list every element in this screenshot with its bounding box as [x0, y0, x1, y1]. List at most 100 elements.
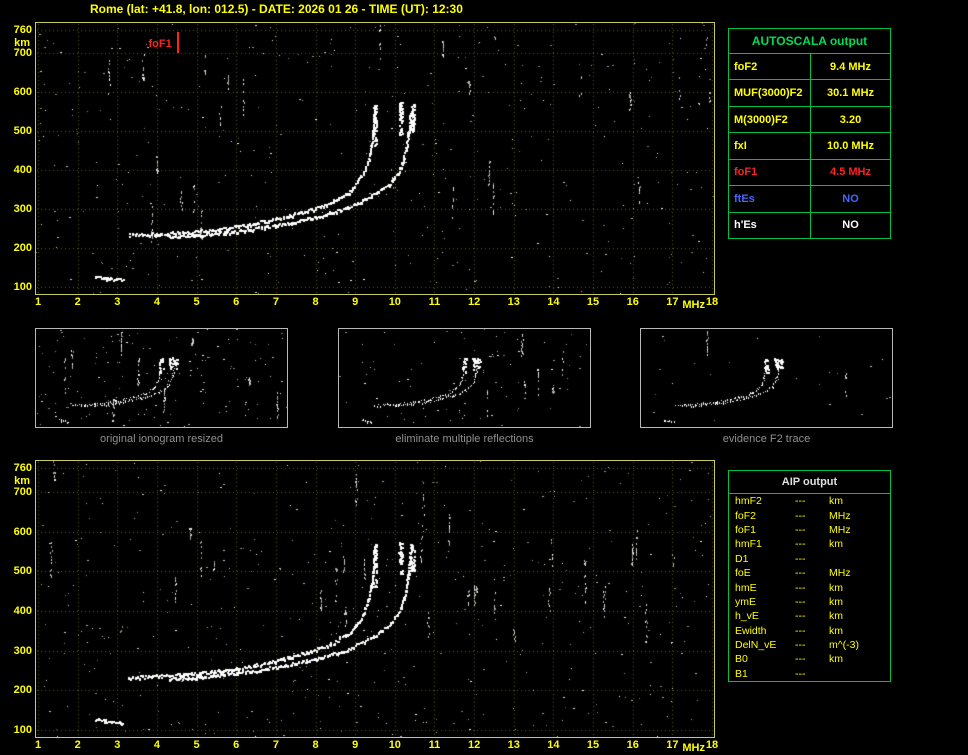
thumbnail-evidence-canvas	[641, 329, 892, 427]
aip-param-value: ---	[795, 524, 829, 536]
aip-output-panel: AIP output hmF2---kmfoF2---MHzfoF1---MHz…	[728, 470, 891, 682]
aip-row-hmf1: hmF1---km	[729, 537, 890, 551]
aip-param-label: foF2	[729, 510, 795, 522]
autoscala-row-fof2: foF29.4 MHz	[729, 54, 890, 80]
x-tick-label: 16	[621, 296, 645, 308]
aip-param-value: ---	[795, 567, 829, 579]
y-tick-label: 700	[2, 47, 32, 59]
autoscala-row-fof1: foF14.5 MHz	[729, 160, 890, 186]
y-tick-label: 200	[2, 684, 32, 696]
x-tick-label: 16	[621, 739, 645, 751]
aip-param-label: hmE	[729, 582, 795, 594]
x-tick-label: 15	[581, 739, 605, 751]
aip-output-header: AIP output	[729, 471, 890, 494]
autoscala-param-label: foF1	[729, 160, 811, 185]
x-tick-label: 6	[224, 739, 248, 751]
x-tick-label: 12	[462, 296, 486, 308]
x-tick-label: 5	[185, 296, 209, 308]
autoscala-param-label: foF2	[729, 54, 811, 79]
autoscala-param-value: 4.5 MHz	[811, 160, 890, 185]
x-axis-unit: MHz	[682, 742, 705, 754]
autoscala-param-label: h'Es	[729, 213, 811, 238]
aip-param-value: ---	[795, 668, 829, 680]
aip-param-value: ---	[795, 625, 829, 637]
aip-output-rows: hmF2---kmfoF2---MHzfoF1---MHzhmF1---kmD1…	[729, 494, 890, 681]
y-tick-label: 760	[2, 24, 32, 36]
aip-param-label: foE	[729, 567, 795, 579]
x-tick-label: 9	[343, 739, 367, 751]
y-tick-label: 200	[2, 242, 32, 254]
x-tick-label: 7	[264, 296, 288, 308]
x-tick-label: 4	[145, 296, 169, 308]
x-tick-label: 17	[660, 296, 684, 308]
autoscala-row-m3000f2: M(3000)F23.20	[729, 107, 890, 133]
thumbnail-original-canvas	[36, 329, 287, 427]
aip-param-value: ---	[795, 596, 829, 608]
x-tick-label: 10	[383, 739, 407, 751]
thumbnail-eliminate-reflections	[338, 328, 591, 428]
main-ionogram-canvas	[36, 23, 714, 294]
autoscala-param-value: 30.1 MHz	[811, 80, 890, 105]
autoscala-param-label: MUF(3000)F2	[729, 80, 811, 105]
aip-row-delnve: DelN_vE---m^(-3)	[729, 638, 890, 652]
aip-param-value: ---	[795, 610, 829, 622]
y-axis-unit: km	[2, 37, 32, 49]
y-tick-label: 100	[2, 281, 32, 293]
aip-param-unit: km	[829, 582, 890, 594]
x-tick-label: 3	[105, 296, 129, 308]
caption-eliminate-reflections: eliminate multiple reflections	[338, 433, 591, 445]
x-tick-label: 7	[264, 739, 288, 751]
thumbnail-eliminate-canvas	[339, 329, 590, 427]
aip-row-yme: ymE---km	[729, 595, 890, 609]
aip-param-unit: MHz	[829, 567, 890, 579]
x-tick-label: 14	[541, 739, 565, 751]
aip-param-value: ---	[795, 653, 829, 665]
y-tick-label: 400	[2, 164, 32, 176]
y-tick-label: 700	[2, 486, 32, 498]
autoscala-param-value: 9.4 MHz	[811, 54, 890, 79]
thumbnail-evidence-f2	[640, 328, 893, 428]
x-tick-label: 13	[502, 739, 526, 751]
x-tick-label: 8	[304, 739, 328, 751]
autoscala-output-rows: foF29.4 MHzMUF(3000)F230.1 MHzM(3000)F23…	[729, 54, 890, 238]
foF1-marker-line	[177, 32, 179, 53]
aip-row-hmf2: hmF2---km	[729, 494, 890, 508]
x-axis-unit: MHz	[682, 299, 705, 311]
y-tick-label: 760	[2, 462, 32, 474]
aip-param-label: hmF1	[729, 538, 795, 550]
x-tick-label: 11	[422, 739, 446, 751]
autoscala-window: Rome (lat: +41.8, lon: 012.5) - DATE: 20…	[0, 0, 968, 755]
autoscala-row-muf3000f2: MUF(3000)F230.1 MHz	[729, 80, 890, 106]
aip-param-label: h_vE	[729, 610, 795, 622]
aip-row-hve: h_vE---km	[729, 609, 890, 623]
autoscala-row-hes: h'EsNO	[729, 213, 890, 238]
caption-evidence-f2: evidence F2 trace	[640, 433, 893, 445]
aip-param-label: ymE	[729, 596, 795, 608]
aip-row-hme: hmE---km	[729, 580, 890, 594]
thumbnail-original-ionogram	[35, 328, 288, 428]
y-axis-unit: km	[2, 475, 32, 487]
x-tick-label: 14	[541, 296, 565, 308]
x-tick-label: 4	[145, 739, 169, 751]
x-tick-label: 11	[422, 296, 446, 308]
aip-param-value: ---	[795, 582, 829, 594]
caption-original-ionogram: original ionogram resized	[35, 433, 288, 445]
y-tick-label: 300	[2, 203, 32, 215]
autoscala-output-panel: AUTOSCALA output foF29.4 MHzMUF(3000)F23…	[728, 28, 891, 239]
autoscala-param-value: 10.0 MHz	[811, 133, 890, 158]
x-tick-label: 5	[185, 739, 209, 751]
x-tick-label: 17	[660, 739, 684, 751]
y-tick-label: 600	[2, 86, 32, 98]
x-tick-label: 8	[304, 296, 328, 308]
autoscala-param-label: ftEs	[729, 186, 811, 211]
aip-param-value: ---	[795, 495, 829, 507]
aip-row-fof2: foF2---MHz	[729, 508, 890, 522]
x-tick-label: 1	[26, 296, 50, 308]
x-tick-label: 15	[581, 296, 605, 308]
aip-param-label: B1	[729, 668, 795, 680]
aip-param-label: B0	[729, 653, 795, 665]
aip-row-foe: foE---MHz	[729, 566, 890, 580]
aip-param-unit: m^(-3)	[829, 639, 890, 651]
aip-param-label: hmF2	[729, 495, 795, 507]
main-ionogram-plot: foF1	[35, 22, 715, 295]
